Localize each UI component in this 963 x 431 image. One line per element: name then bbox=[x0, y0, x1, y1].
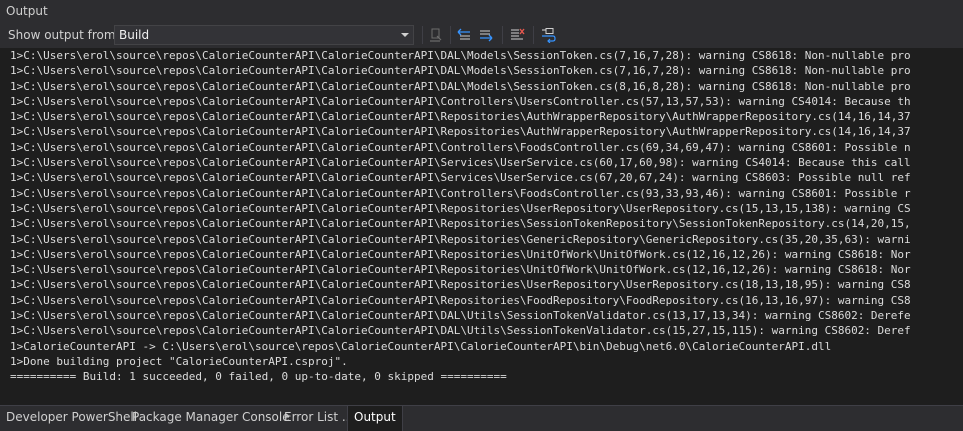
output-toolbar: Show output from: Build bbox=[0, 22, 963, 48]
output-line: 1>C:\Users\erol\source\repos\CalorieCoun… bbox=[10, 79, 911, 93]
output-line: 1>C:\Users\erol\source\repos\CalorieCoun… bbox=[10, 247, 911, 261]
output-line: 1>C:\Users\erol\source\repos\CalorieCoun… bbox=[10, 309, 911, 323]
bottom-tab-bar: Developer PowerShell Package Manager Con… bbox=[0, 405, 963, 431]
output-line: 1>C:\Users\erol\source\repos\CalorieCoun… bbox=[10, 64, 911, 78]
output-line: 1>C:\Users\erol\source\repos\CalorieCoun… bbox=[10, 94, 911, 108]
output-line: 1>C:\Users\erol\source\repos\CalorieCoun… bbox=[10, 293, 911, 307]
next-message-button[interactable] bbox=[476, 25, 496, 45]
output-line: 1>C:\Users\erol\source\repos\CalorieCoun… bbox=[10, 217, 911, 231]
word-wrap-button[interactable] bbox=[538, 25, 558, 45]
output-line: 1>C:\Users\erol\source\repos\CalorieCoun… bbox=[10, 278, 911, 292]
output-line: 1>C:\Users\erol\source\repos\CalorieCoun… bbox=[10, 186, 911, 200]
output-line: 1>C:\Users\erol\source\repos\CalorieCoun… bbox=[10, 324, 911, 338]
output-window: Output Show output from: Build 1>C:\User… bbox=[0, 0, 963, 431]
goto-location-button[interactable] bbox=[426, 25, 446, 45]
panel-title: Output bbox=[6, 4, 48, 18]
output-line: 1>C:\Users\erol\source\repos\CalorieCoun… bbox=[10, 110, 911, 124]
output-line: 1>C:\Users\erol\source\repos\CalorieCoun… bbox=[10, 125, 911, 139]
toolbar-separator bbox=[450, 26, 451, 44]
show-output-label: Show output from: bbox=[8, 28, 120, 42]
goto-output-icon bbox=[430, 28, 442, 42]
output-lines: 1>C:\Users\erol\source\repos\CalorieCoun… bbox=[10, 48, 911, 385]
output-line: 1>CalorieCounterAPI -> C:\Users\erol\sou… bbox=[10, 339, 832, 353]
toolbar-separator bbox=[422, 26, 423, 44]
output-line: ========== Build: 1 succeeded, 0 failed,… bbox=[10, 370, 507, 384]
panel-title-bar[interactable]: Output bbox=[0, 0, 963, 22]
output-line: 1>C:\Users\erol\source\repos\CalorieCoun… bbox=[10, 49, 911, 62]
next-message-icon bbox=[480, 30, 493, 42]
output-line: 1>C:\Users\erol\source\repos\CalorieCoun… bbox=[10, 171, 911, 185]
clear-all-icon bbox=[511, 28, 525, 40]
tab-output[interactable]: Output bbox=[347, 405, 403, 431]
previous-message-icon bbox=[457, 28, 470, 40]
clear-all-button[interactable] bbox=[507, 25, 527, 45]
toolbar-separator bbox=[502, 26, 503, 44]
output-source-dropdown[interactable]: Build bbox=[114, 25, 414, 45]
word-wrap-icon bbox=[542, 28, 556, 44]
output-line: 1>C:\Users\erol\source\repos\CalorieCoun… bbox=[10, 263, 911, 277]
tab-developer-powershell[interactable]: Developer PowerShell bbox=[0, 406, 143, 431]
output-line: 1>Done building project "CalorieCounterA… bbox=[10, 354, 348, 368]
output-line: 1>C:\Users\erol\source\repos\CalorieCoun… bbox=[10, 201, 911, 215]
previous-message-button[interactable] bbox=[454, 25, 474, 45]
tab-package-manager-console[interactable]: Package Manager Console bbox=[126, 406, 296, 431]
chevron-down-icon bbox=[401, 33, 409, 37]
output-source-value: Build bbox=[119, 28, 150, 42]
output-line: 1>C:\Users\erol\source\repos\CalorieCoun… bbox=[10, 140, 911, 154]
output-line: 1>C:\Users\erol\source\repos\CalorieCoun… bbox=[10, 156, 911, 170]
toolbar-separator bbox=[533, 26, 534, 44]
output-text-area[interactable]: 1>C:\Users\erol\source\repos\CalorieCoun… bbox=[0, 48, 963, 404]
output-line: 1>C:\Users\erol\source\repos\CalorieCoun… bbox=[10, 232, 911, 246]
